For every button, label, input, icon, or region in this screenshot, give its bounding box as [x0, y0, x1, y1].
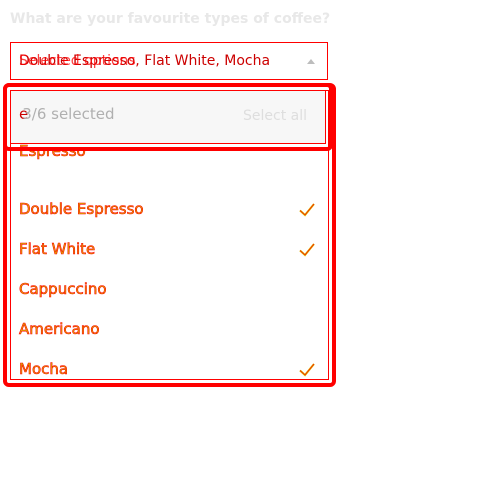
option-espresso[interactable]: Espresso	[11, 142, 328, 191]
check-icon	[299, 243, 315, 257]
search-panel: e3/6 selected Select all	[10, 90, 326, 144]
check-icon	[299, 363, 315, 377]
select-ghost-text: Selected options	[19, 53, 136, 69]
selected-count: 3/6 selected	[22, 105, 115, 123]
caret-up-icon[interactable]	[307, 59, 315, 64]
option-label: Americano	[19, 320, 100, 339]
option-label: Flat White	[19, 240, 96, 259]
option-mocha[interactable]: Mocha	[11, 351, 328, 391]
option-flat-white[interactable]: Flat White	[11, 231, 328, 271]
option-label: Cappuccino	[19, 280, 107, 299]
search-input[interactable]: e3/6 selected	[19, 105, 114, 123]
check-icon	[299, 203, 315, 217]
select-all-button[interactable]: Select all	[243, 108, 307, 124]
option-label: Double Espresso	[19, 200, 144, 219]
options-search-bar: e3/6 selected Select all	[3, 83, 333, 151]
option-double-espresso[interactable]: Double Espresso	[11, 191, 328, 231]
option-americano[interactable]: Americano	[11, 311, 328, 351]
select-value: Selected options Double Espresso, Flat W…	[19, 53, 270, 69]
option-cappuccino[interactable]: Cappuccino	[11, 271, 328, 311]
coffee-multiselect[interactable]: Selected options Double Espresso, Flat W…	[10, 42, 328, 80]
options-list: Espresso Double Espresso Flat White Capp…	[11, 142, 328, 391]
option-label: Mocha	[19, 360, 69, 379]
question-label: What are your favourite types of coffee?	[10, 11, 331, 27]
